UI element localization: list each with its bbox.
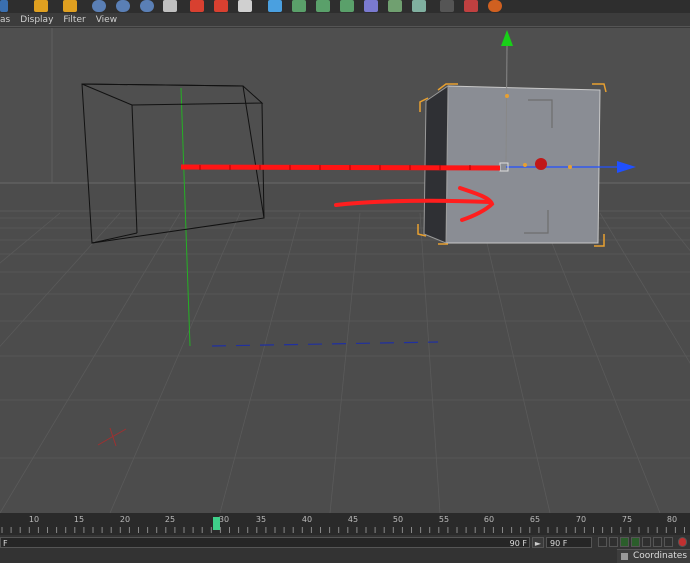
main-toolbar — [0, 0, 690, 13]
frame-range-slider[interactable]: F 90 F — [0, 537, 530, 548]
timeline-tick-label: 10 — [28, 515, 40, 524]
scene-icon[interactable] — [388, 0, 402, 12]
timeline-playhead[interactable] — [213, 517, 220, 530]
play-backward-icon[interactable] — [620, 537, 629, 547]
play-forward-icon[interactable] — [631, 537, 640, 547]
render-icon[interactable] — [0, 0, 8, 12]
tag-icon[interactable] — [464, 0, 478, 12]
menu-filter[interactable]: Filter — [63, 13, 85, 26]
x-axis-icon[interactable] — [92, 0, 106, 12]
end-frame-label: 90 F — [509, 539, 527, 548]
globe-icon[interactable] — [488, 0, 502, 12]
timeline-tick-label: 45 — [347, 515, 359, 524]
go-to-start-icon[interactable] — [598, 537, 607, 547]
menu-cameras[interactable]: as — [0, 13, 10, 26]
next-key-icon[interactable] — [642, 537, 651, 547]
timeline-tick-label: 80 — [666, 515, 678, 524]
loop-icon[interactable] — [664, 537, 673, 547]
loop-icon[interactable] — [34, 0, 48, 12]
timeline-tick-label: 70 — [575, 515, 587, 524]
spline-icon[interactable] — [292, 0, 306, 12]
timeline-tick-label: 30 — [218, 515, 230, 524]
range-arrow-icon[interactable]: ► — [532, 537, 544, 548]
timeline-ruler[interactable]: 10 15 20 25 30 35 40 45 50 55 60 65 70 7… — [0, 513, 690, 535]
array-icon[interactable] — [340, 0, 354, 12]
camera-icon[interactable] — [440, 0, 454, 12]
panel-icon — [621, 553, 628, 560]
light-icon[interactable] — [412, 0, 426, 12]
coordinates-tab[interactable]: Coordinates — [617, 549, 690, 563]
timeline-tick-label: 55 — [438, 515, 450, 524]
floor-grid — [0, 212, 690, 513]
coordinate-icon[interactable] — [163, 0, 177, 12]
viewport-scene — [0, 28, 690, 513]
z-axis-icon[interactable] — [140, 0, 154, 12]
timeline-tick-label: 20 — [119, 515, 131, 524]
world-origin-marker — [97, 427, 127, 447]
animation-bar: F 90 F ► 90 F — [0, 535, 690, 563]
timeline-tick-label: 65 — [529, 515, 541, 524]
deformer-icon[interactable] — [364, 0, 378, 12]
x-axis-handle-icon — [535, 158, 547, 170]
go-to-end-icon[interactable] — [653, 537, 662, 547]
cube-icon[interactable] — [268, 0, 282, 12]
menu-view[interactable]: View — [96, 13, 117, 26]
menu-display[interactable]: Display — [20, 13, 53, 26]
y-axis-icon[interactable] — [116, 0, 130, 12]
render-settings-icon[interactable] — [214, 0, 228, 12]
x-drag-line — [180, 164, 501, 171]
timeline-tick-label: 35 — [255, 515, 267, 524]
viewport-menu-bar: as Display Filter View — [0, 13, 690, 27]
timeline-tick-label: 60 — [483, 515, 495, 524]
3d-viewport[interactable] — [0, 28, 690, 513]
add-icon[interactable] — [63, 0, 77, 12]
timeline-tick-label: 25 — [164, 515, 176, 524]
timeline-tick-label: 15 — [73, 515, 85, 524]
world-z-axis — [211, 341, 439, 347]
record-icon[interactable] — [678, 537, 687, 547]
render-view-icon[interactable] — [190, 0, 204, 12]
previous-key-icon[interactable] — [609, 537, 618, 547]
max-frame-field[interactable]: 90 F — [546, 537, 592, 548]
timeline-tick-label: 75 — [621, 515, 633, 524]
timeline-tick-label: 50 — [392, 515, 404, 524]
start-frame-label: F — [3, 539, 8, 548]
timeline-ticks — [1, 527, 685, 533]
coordinates-tab-label: Coordinates — [633, 551, 688, 561]
render-picture-viewer-icon[interactable] — [238, 0, 252, 12]
selected-cube — [417, 83, 607, 247]
timeline-tick-label: 40 — [301, 515, 313, 524]
nurbs-icon[interactable] — [316, 0, 330, 12]
